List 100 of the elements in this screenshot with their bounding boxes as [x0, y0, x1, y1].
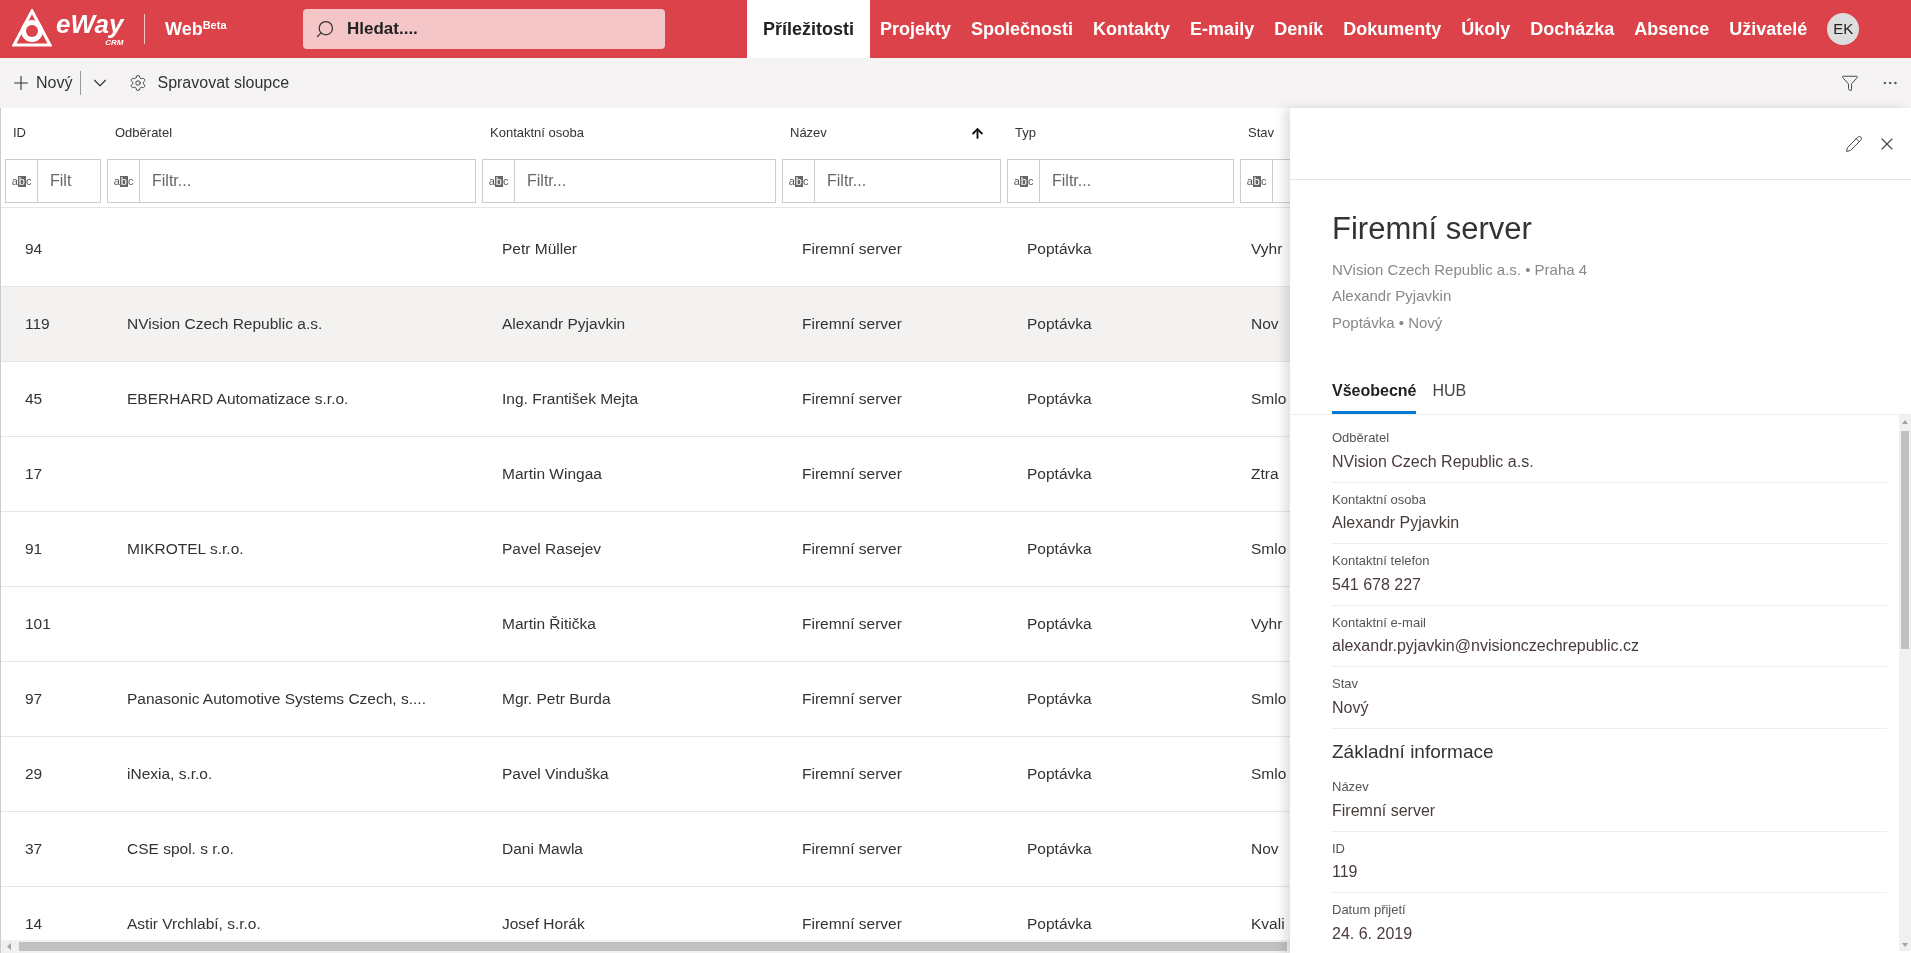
table-cell: Firemní server	[802, 390, 902, 407]
table-cell: Firemní server	[802, 840, 902, 857]
table-cell: Firemní server	[802, 240, 902, 257]
table-cell: Poptávka	[1027, 240, 1092, 257]
column-header[interactable]: Odběratel	[107, 123, 476, 143]
table-cell: Alexandr Pyjavkin	[502, 315, 626, 332]
nav-tab[interactable]: Absence	[1624, 0, 1720, 58]
edit-icon[interactable]	[1845, 134, 1863, 153]
table-cell: Smlo	[1251, 390, 1287, 407]
filter-input[interactable]: Filtr...	[140, 160, 475, 202]
table-cell: 94	[25, 240, 43, 257]
table-cell: Ztra	[1251, 465, 1279, 482]
column-header[interactable]: ID	[5, 123, 101, 143]
table-cell: 17	[25, 465, 43, 482]
table-cell: Firemní server	[802, 615, 902, 632]
column-header[interactable]: Kontaktní osoba	[482, 123, 776, 143]
logo-icon	[12, 9, 52, 49]
nav-tab[interactable]: Kontakty	[1083, 0, 1181, 58]
field-value: 119	[1332, 862, 1359, 882]
panel-title: Firemní server	[1332, 210, 1533, 248]
horizontal-scrollbar[interactable]	[1, 940, 1290, 953]
table-cell: Firemní server	[802, 540, 902, 557]
nav-tab[interactable]: Projekty	[870, 0, 962, 58]
table-cell: Poptávka	[1027, 765, 1092, 782]
field-value: 541 678 227	[1332, 574, 1422, 595]
table-cell: Panasonic Automotive Systems Czech, s....	[127, 690, 426, 707]
table-cell: CSE spol. s r.o.	[127, 840, 234, 857]
table-cell: Poptávka	[1027, 615, 1092, 632]
table-cell: Nov	[1251, 840, 1279, 857]
table-cell: Vyhr	[1251, 240, 1283, 257]
panel-tab[interactable]: HUB	[1432, 379, 1467, 414]
table-cell: Smlo	[1251, 765, 1287, 782]
new-button[interactable]: Nový	[10, 71, 73, 95]
table-cell: Astir Vrchlabí, s.r.o.	[127, 915, 261, 932]
column-header[interactable]: Stav	[1240, 123, 1290, 143]
table-cell: 37	[25, 840, 43, 857]
column-header[interactable]: Typ	[1007, 123, 1234, 143]
logo-text: eWay CRM	[56, 10, 126, 48]
column-header[interactable]: Název	[782, 123, 1001, 143]
manage-columns-button[interactable]: Spravovat sloupce	[129, 71, 290, 95]
filter-input[interactable]: Filt	[38, 160, 100, 202]
panel-subtitle: NVision Czech Republic a.s. • Praha 4	[1332, 259, 1589, 280]
field-label: Kontaktní telefon	[1332, 552, 1431, 570]
filter-icon[interactable]	[1841, 74, 1859, 92]
table-cell: Petr Müller	[502, 240, 577, 257]
panel-tab[interactable]: Všeobecné	[1332, 379, 1417, 414]
field-label: Název	[1332, 778, 1370, 796]
nav-tab[interactable]: Deník	[1264, 0, 1334, 58]
nav-tab[interactable]: Úkoly	[1451, 0, 1521, 58]
filter-input[interactable]: Filtr...	[815, 160, 1000, 202]
filter-field[interactable]: abc Filtr...	[482, 159, 776, 203]
table-cell: Pavel Vinduška	[502, 765, 609, 782]
table-cell: Poptávka	[1027, 315, 1092, 332]
filter-field[interactable]: abc Filtr...	[782, 159, 1001, 203]
table-cell: Poptávka	[1027, 465, 1092, 482]
field-label: Stav	[1332, 675, 1359, 693]
nav-tab[interactable]: Dokumenty	[1333, 0, 1452, 58]
table-cell: Josef Horák	[502, 915, 585, 932]
nav-tab[interactable]: Příležitosti	[747, 0, 871, 58]
nav-tab[interactable]: Uživatelé	[1719, 0, 1818, 58]
field-value: Firemní server	[1332, 800, 1437, 821]
nav-tab[interactable]: Společnosti	[961, 0, 1084, 58]
field-label: ID	[1332, 839, 1346, 858]
field-label: Kontaktní e-mail	[1332, 613, 1427, 632]
table-cell: 97	[25, 690, 43, 707]
table-cell: Firemní server	[802, 465, 902, 482]
table-cell: 101	[25, 615, 51, 632]
table-cell: Firemní server	[802, 315, 902, 332]
vertical-scrollbar[interactable]	[1899, 415, 1911, 951]
table-cell: Ing. František Mejta	[502, 390, 639, 407]
table-cell: NVision Czech Republic a.s.	[127, 315, 323, 332]
field-label: Kontaktní osoba	[1332, 490, 1427, 509]
filter-input[interactable]: Filtr...	[1040, 160, 1233, 202]
table-cell: 91	[25, 540, 43, 557]
filter-input[interactable]: Filtr...	[515, 160, 775, 202]
table-cell: 45	[25, 390, 43, 407]
table-cell: Kvali	[1251, 915, 1285, 932]
table-cell: Smlo	[1251, 690, 1287, 707]
table-cell: Poptávka	[1027, 840, 1092, 857]
user-avatar[interactable]: EK	[1827, 13, 1860, 45]
panel-subtitle: Alexandr Pyjavkin	[1332, 286, 1453, 306]
table-cell: Vyhr	[1251, 615, 1283, 632]
table-cell: Firemní server	[802, 765, 902, 782]
table-cell: Poptávka	[1027, 690, 1092, 707]
table-cell: Martin Wingaa	[502, 465, 602, 482]
table-cell: MIKROTEL s.r.o.	[127, 540, 244, 557]
field-label: Odběratel	[1332, 429, 1391, 447]
table-cell: EBERHARD Automatizace s.r.o.	[127, 390, 349, 407]
filter-field[interactable]: abc Filt	[5, 159, 101, 203]
table-cell: Firemní server	[802, 915, 902, 932]
field-value: Alexandr Pyjavkin	[1332, 513, 1461, 533]
table-row[interactable]: 119 NVision Czech Republic a.s. Alexandr Pyjavkin Firemní server Poptávka Nov	[1, 287, 1290, 362]
nav-tab[interactable]: E-maily	[1180, 0, 1265, 58]
nav-tab[interactable]: Docházka	[1520, 0, 1625, 58]
table-cell: Poptávka	[1027, 540, 1092, 557]
table-cell: iNexia, s.r.o.	[127, 765, 213, 782]
filter-field[interactable]: abc Filtr...	[107, 159, 476, 203]
filter-field[interactable]: abc Filtr...	[1007, 159, 1234, 203]
field-label: Datum přijetí	[1332, 901, 1407, 919]
table-cell: Pavel Rasejev	[502, 540, 602, 557]
